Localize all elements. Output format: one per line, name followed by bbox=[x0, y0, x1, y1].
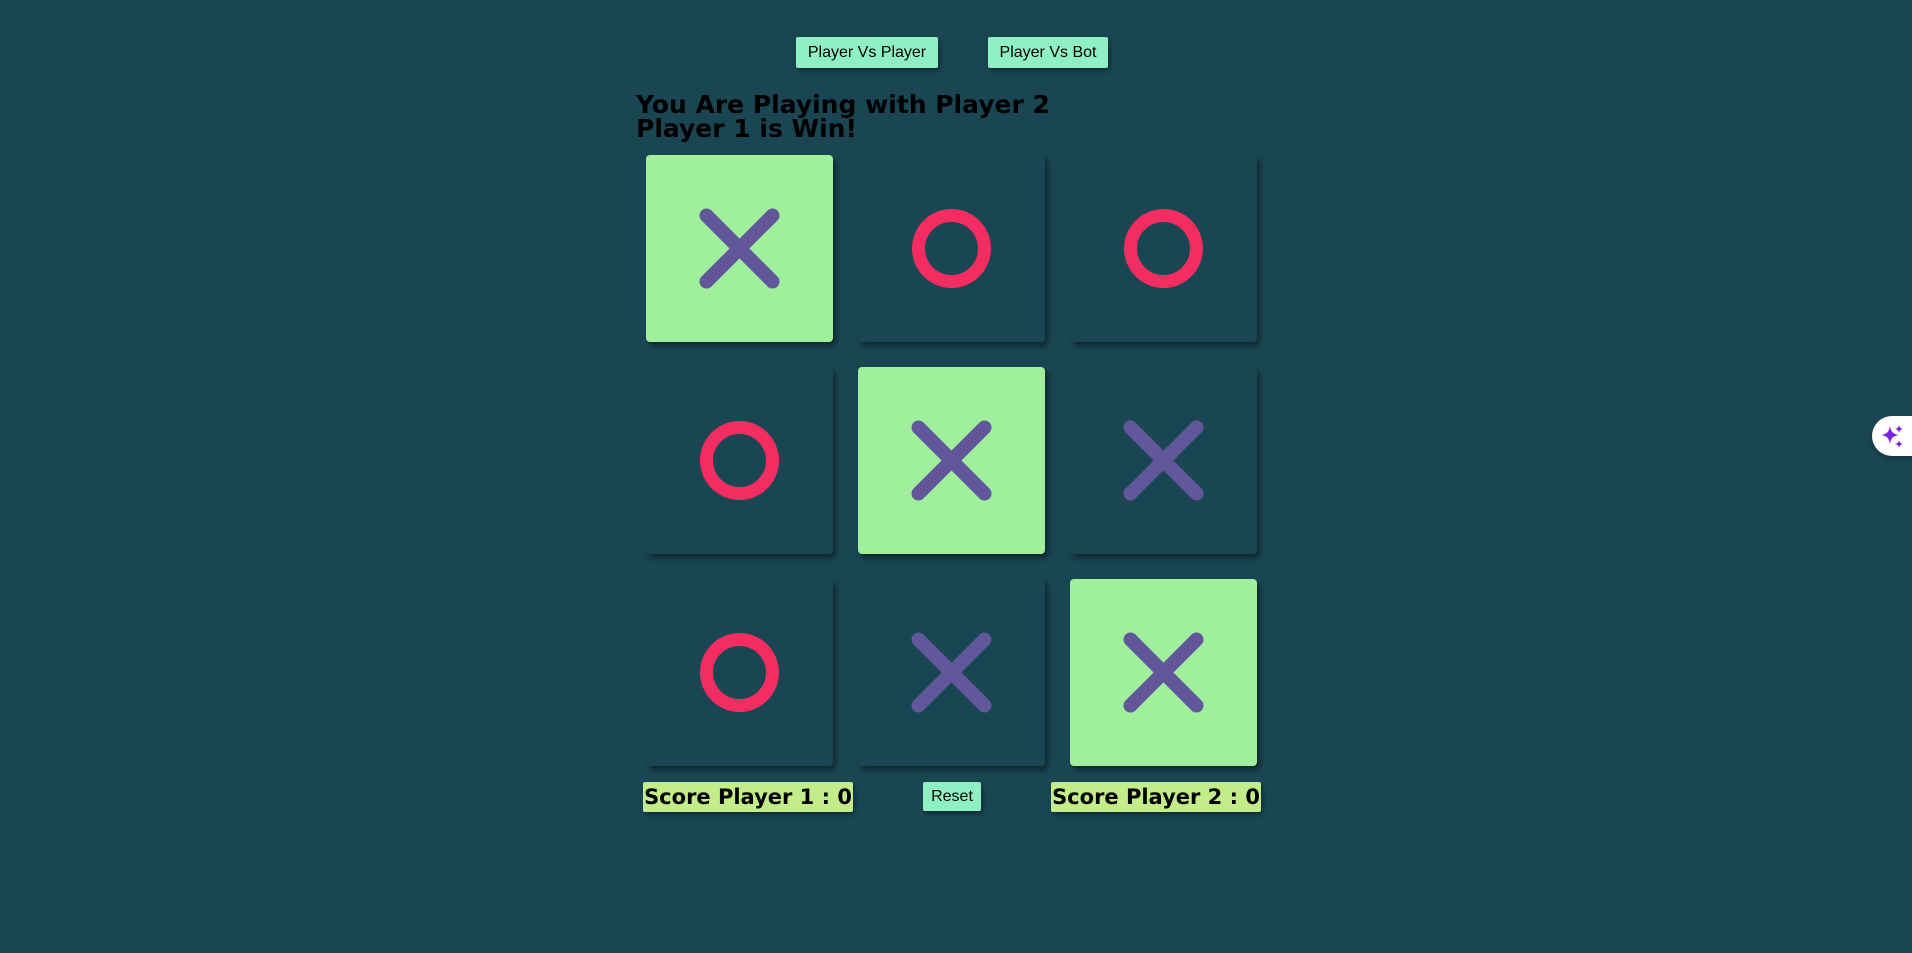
board-cell-middle-left[interactable] bbox=[646, 367, 833, 554]
x-mark-icon bbox=[699, 208, 780, 289]
board-cell-center[interactable] bbox=[858, 367, 1045, 554]
game-board bbox=[646, 155, 1258, 769]
score-player-1: Score Player 1 : 0 bbox=[643, 782, 853, 812]
x-mark-icon bbox=[911, 632, 992, 713]
board-cell-top-left[interactable] bbox=[646, 155, 833, 342]
x-mark-icon bbox=[1123, 632, 1204, 713]
reset-button[interactable]: Reset bbox=[923, 782, 981, 811]
board-cell-bottom-center[interactable] bbox=[858, 579, 1045, 766]
score-player-2: Score Player 2 : 0 bbox=[1051, 782, 1261, 812]
o-mark-icon bbox=[912, 209, 991, 288]
o-mark-icon bbox=[1124, 209, 1203, 288]
x-mark-icon bbox=[1123, 420, 1204, 501]
o-mark-icon bbox=[700, 633, 779, 712]
x-mark-icon bbox=[911, 420, 992, 501]
board-cell-middle-right[interactable] bbox=[1070, 367, 1257, 554]
board-cell-bottom-left[interactable] bbox=[646, 579, 833, 766]
o-mark-icon bbox=[700, 421, 779, 500]
game-page: Player Vs Player Player Vs Bot You Are P… bbox=[0, 0, 1912, 953]
board-cell-top-right[interactable] bbox=[1070, 155, 1257, 342]
board-cell-top-center[interactable] bbox=[858, 155, 1045, 342]
game-status: You Are Playing with Player 2 Player 1 i… bbox=[636, 92, 1050, 143]
player-vs-bot-button[interactable]: Player Vs Bot bbox=[988, 37, 1108, 68]
result-status-text: Player 1 is Win! bbox=[636, 114, 857, 143]
assistant-widget-button[interactable] bbox=[1872, 416, 1912, 456]
player-vs-player-button[interactable]: Player Vs Player bbox=[796, 37, 938, 68]
board-cell-bottom-right[interactable] bbox=[1070, 579, 1257, 766]
